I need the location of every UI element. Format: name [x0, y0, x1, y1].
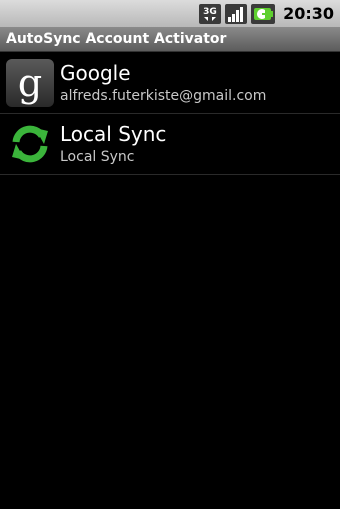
- svg-text:3G: 3G: [203, 7, 217, 17]
- google-icon: g: [6, 59, 54, 107]
- account-item-google[interactable]: g Google alfreds.futerkiste@gmail.com: [0, 53, 340, 114]
- google-icon-glyph: g: [6, 59, 54, 107]
- battery-charging-icon: [251, 3, 276, 24]
- app-title-bar: AutoSync Account Activator: [0, 27, 340, 52]
- 3g-icon: 3G: [199, 3, 222, 24]
- account-item-local-sync[interactable]: Local Sync Local Sync: [0, 114, 340, 175]
- account-detail: Local Sync: [60, 149, 135, 165]
- account-name: Local Sync: [60, 122, 167, 146]
- signal-strength-icon: [225, 3, 248, 24]
- account-name: Google: [60, 61, 131, 85]
- account-detail: alfreds.futerkiste@gmail.com: [60, 88, 267, 104]
- sync-icon: [6, 120, 54, 168]
- app-title: AutoSync Account Activator: [6, 31, 227, 47]
- status-time: 20:30: [283, 4, 334, 23]
- account-list: g Google alfreds.futerkiste@gmail.com Lo…: [0, 53, 340, 175]
- status-bar: 3G 20:30: [0, 0, 340, 27]
